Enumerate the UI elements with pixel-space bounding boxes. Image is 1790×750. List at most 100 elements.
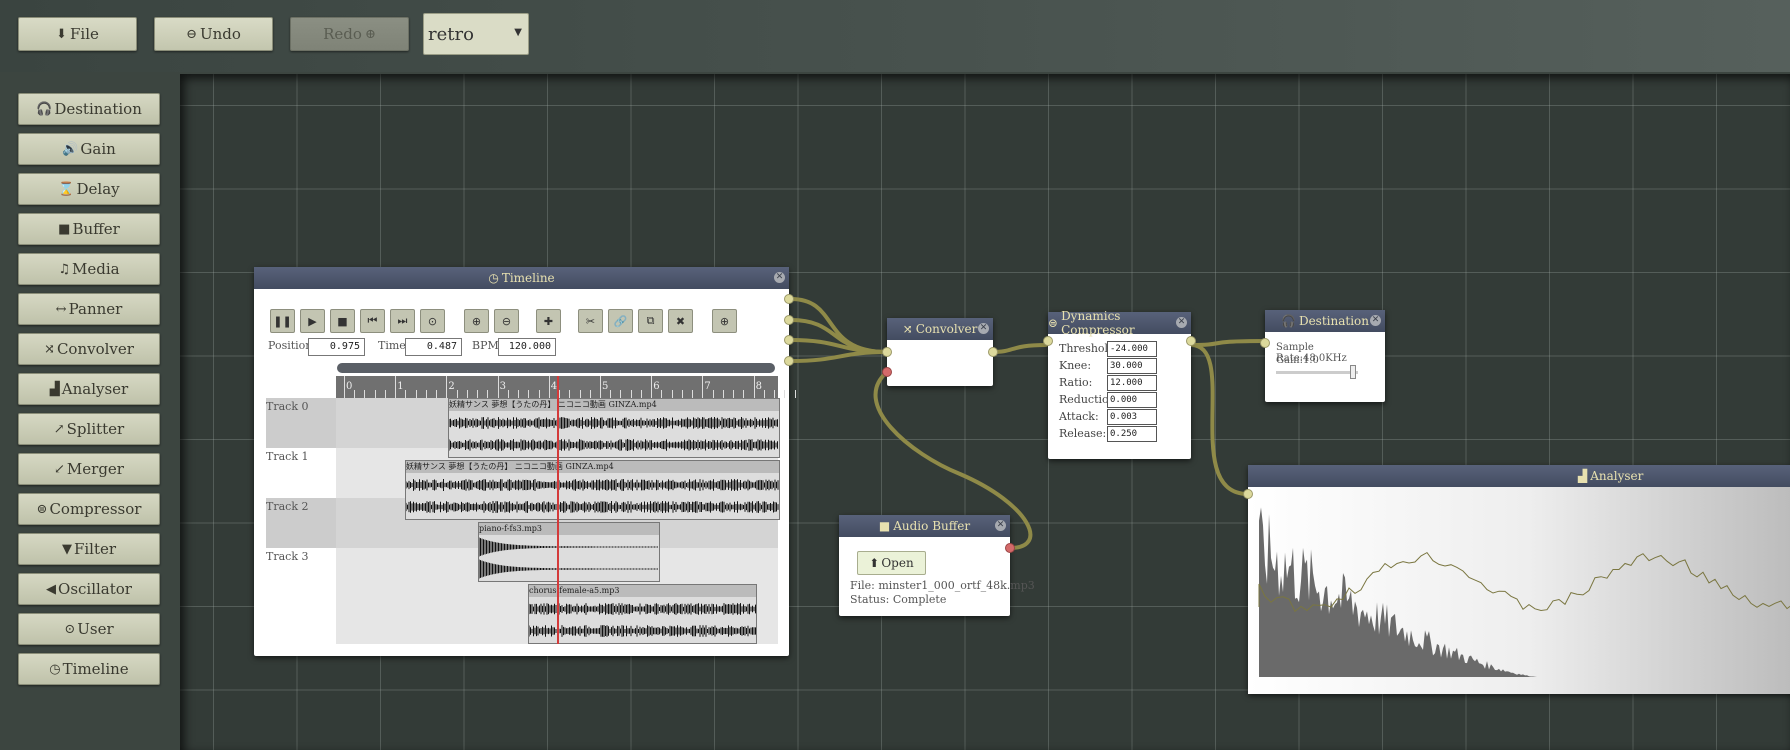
waveform (479, 537, 658, 579)
audio-buffer-node[interactable]: ■ Audio Buffer ✕ ⬆ Open File: minster1_000… (839, 515, 1035, 616)
input-port[interactable] (1043, 336, 1053, 346)
undo-button[interactable]: ⊖ Undo (154, 17, 273, 51)
gain-slider-thumb[interactable] (1350, 365, 1356, 379)
headphones-icon: 🎧 (1281, 314, 1296, 328)
compressor-param-field[interactable]: 0.003 (1107, 409, 1157, 425)
ruler-tick (415, 390, 417, 398)
audio-clip[interactable]: piano-f-fs3.mp3 (478, 522, 660, 582)
palette-oscillator-button[interactable]: ◀ Oscillator (18, 573, 160, 605)
ruler-tick (344, 376, 345, 398)
compressor-param-field[interactable]: 0.000 (1107, 392, 1157, 408)
palette-user-button[interactable]: ⊙ User (18, 613, 160, 645)
palette-media-button[interactable]: ♫ Media (18, 253, 160, 285)
stop-button[interactable]: ■ (330, 309, 355, 333)
close-icon[interactable]: ✕ (978, 323, 989, 334)
track-label: Track 0 (266, 400, 309, 413)
compressor-param-field[interactable]: 30.000 (1107, 358, 1157, 374)
file-button[interactable]: ⬇ File (18, 17, 137, 51)
delete-button[interactable]: ✖ (668, 309, 693, 333)
convolver-node-header[interactable]: ⤨ Convolver ✕ (887, 318, 993, 340)
link-button[interactable]: 🔗 (608, 309, 633, 333)
ruler-tick (600, 376, 601, 398)
skip-back-button[interactable]: ⏮ (360, 309, 385, 333)
bpm-field[interactable]: 120.000 (498, 338, 556, 356)
compressor-param-field[interactable]: 12.000 (1107, 375, 1157, 391)
convolver-node[interactable]: ⤨ Convolver ✕ (882, 318, 998, 386)
analyser-node-header[interactable]: ▟ Analyser (1248, 465, 1790, 487)
add-track-button[interactable]: ✚ (536, 309, 561, 333)
waveform (529, 603, 756, 637)
close-icon[interactable]: ✕ (1370, 315, 1381, 326)
record-button[interactable]: ⊙ (420, 309, 445, 333)
destination-node-header[interactable]: 🎧 Destination ✕ (1265, 310, 1385, 332)
output-port[interactable] (784, 356, 794, 366)
compressor-param-field[interactable]: -24.000 (1107, 341, 1157, 357)
palette-delay-button[interactable]: ⌛ Delay (18, 173, 160, 205)
track-area[interactable]: Track 0 Track 1 Track 2 Track 3 妖精サンス 夢想… (254, 376, 780, 644)
time-field[interactable]: 0.487 (405, 338, 462, 356)
position-field[interactable]: 0.975 (308, 338, 365, 356)
pause-button[interactable]: ❚❚ (270, 309, 295, 333)
compressor-param-field[interactable]: 0.250 (1107, 426, 1157, 442)
ruler-tick (405, 390, 407, 398)
output-port[interactable] (1005, 543, 1015, 553)
palette-convolver-button[interactable]: ⤨ Convolver (18, 333, 160, 365)
bar-chart-icon: ▟ (1578, 469, 1588, 483)
redo-button[interactable]: Redo ⊕ (290, 17, 409, 51)
gain-label: Gain:1.0 (1276, 355, 1319, 366)
input-port[interactable] (1243, 489, 1253, 499)
add-circle-button[interactable]: ⊕ (712, 309, 737, 333)
close-icon[interactable]: ✕ (995, 520, 1006, 531)
destination-node[interactable]: 🎧 Destination ✕ Sample Rate:48.0KHz Gain:… (1260, 310, 1385, 402)
timeline-node[interactable]: ◷ Timeline ✕ ❚❚ ▶ ■ ⏮ ⏭ ⊙ ⊕ ⊖ ✚ ✂ 🔗 ⧉ ✖ ⊕… (254, 267, 796, 656)
timeline-scrollbar[interactable] (337, 363, 775, 373)
output-port[interactable] (1186, 336, 1196, 346)
audio-clip[interactable]: 妖精サンス 夢想【うたの丹】 ニコニコ動画 GINZA.mp4 (448, 398, 780, 458)
palette-panner-button[interactable]: ↔ Panner (18, 293, 160, 325)
analyser-node[interactable]: ▟ Analyser (1243, 465, 1790, 694)
palette-timeline-button[interactable]: ◷ Timeline (18, 653, 160, 685)
input-port[interactable] (1260, 338, 1270, 348)
audio-buffer-node-header[interactable]: ■ Audio Buffer ✕ (839, 515, 1010, 537)
ruler-tick (548, 376, 550, 398)
output-port[interactable] (784, 315, 794, 325)
analyser-display (1248, 487, 1790, 694)
copy-button[interactable]: ⧉ (638, 309, 663, 333)
playhead[interactable] (557, 376, 559, 644)
volume-icon: 🔊 (62, 141, 79, 157)
palette-filter-button[interactable]: ▼ Filter (18, 533, 160, 565)
buffer-input-port[interactable] (882, 367, 892, 377)
zoom-out-button[interactable]: ⊖ (494, 309, 519, 333)
ruler-tick (774, 390, 776, 398)
theme-select[interactable]: retro ▼ (423, 13, 529, 55)
compressor-node-header[interactable]: ⊜ Dynamics Compressor ✕ (1048, 309, 1191, 337)
compressor-node[interactable]: ⊜ Dynamics Compressor ✕ Threshold: -24.000… (1043, 309, 1196, 459)
palette-analyser-button[interactable]: ▟ Analyser (18, 373, 160, 405)
ruler-tick (640, 390, 642, 398)
ruler-tick-label: 1 (397, 381, 404, 392)
close-icon[interactable]: ✕ (774, 272, 785, 283)
output-port[interactable] (784, 335, 794, 345)
timeline-node-header[interactable]: ◷ Timeline ✕ (254, 267, 789, 289)
output-port[interactable] (988, 347, 998, 357)
output-port[interactable] (784, 294, 794, 304)
palette-merger-button[interactable]: ↙ Merger (18, 453, 160, 485)
palette-gain-button[interactable]: 🔊 Gain (18, 133, 160, 165)
graph-canvas[interactable]: ◷ Timeline ✕ ❚❚ ▶ ■ ⏮ ⏭ ⊙ ⊕ ⊖ ✚ ✂ 🔗 ⧉ ✖ ⊕… (180, 74, 1790, 750)
skip-forward-button[interactable]: ⏭ (390, 309, 415, 333)
compress-icon: ↙ (54, 461, 65, 477)
audio-clip[interactable]: 妖精サンス 夢想【うたの丹】 ニコニコ動画 GINZA.mp4 (405, 460, 780, 520)
open-button[interactable]: ⬆ Open (857, 551, 926, 575)
palette-splitter-button[interactable]: ↗ Splitter (18, 413, 160, 445)
palette-buffer-button[interactable]: ■ Buffer (18, 213, 160, 245)
palette-destination-button[interactable]: 🎧 Destination (18, 93, 160, 125)
gain-slider[interactable] (1276, 365, 1358, 379)
palette-compressor-button[interactable]: ⊜ Compressor (18, 493, 160, 525)
square-icon: ■ (878, 519, 891, 533)
play-button[interactable]: ▶ (300, 309, 325, 333)
close-icon[interactable]: ✕ (1176, 317, 1187, 328)
zoom-in-button[interactable]: ⊕ (464, 309, 489, 333)
input-port[interactable] (882, 347, 892, 357)
split-clip-button[interactable]: ✂ (578, 309, 603, 333)
audio-clip[interactable]: chorus-female-a5.mp3 (528, 584, 757, 644)
